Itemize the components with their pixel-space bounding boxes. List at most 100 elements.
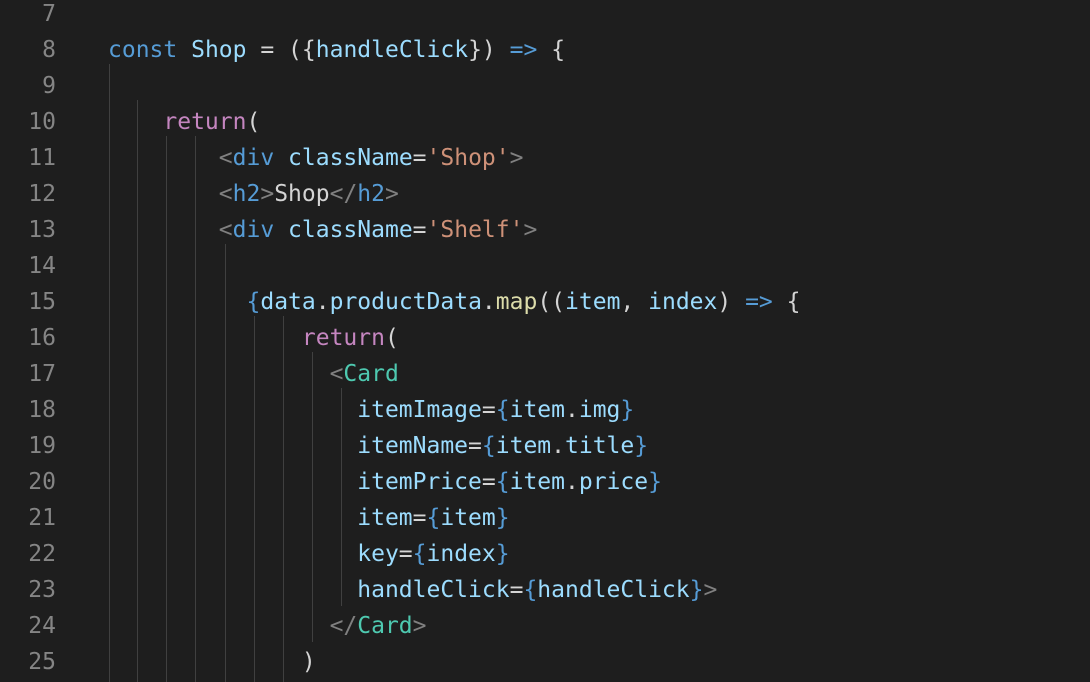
code-text: {data.productData.map((item, index) => {	[108, 284, 800, 320]
code-token: 'Shelf'	[426, 217, 524, 243]
code-line[interactable]: 24 </Card>	[0, 612, 1090, 648]
code-token: h2	[232, 181, 261, 207]
code-token: className	[288, 145, 413, 171]
line-number: 15	[28, 289, 56, 315]
code-token: item	[440, 505, 496, 531]
code-token: >	[260, 181, 275, 207]
line-number: 18	[28, 397, 56, 423]
code-token: div	[232, 145, 275, 171]
code-token: =>	[745, 289, 773, 315]
code-token: className	[288, 217, 413, 243]
code-line[interactable]: 14	[0, 252, 1090, 288]
code-token: 'Shop'	[426, 145, 510, 171]
code-token: {	[412, 541, 427, 567]
code-line[interactable]: 21 item={item}	[0, 504, 1090, 540]
line-number: 17	[28, 361, 56, 387]
code-token: Card	[357, 613, 413, 639]
code-token: {	[772, 289, 801, 315]
code-token: =	[412, 217, 427, 243]
line-number: 7	[42, 1, 56, 27]
line-number: 20	[28, 469, 56, 495]
code-token: {	[495, 469, 510, 495]
code-text: return(	[108, 104, 260, 140]
code-token: =	[481, 397, 496, 423]
line-number: 12	[28, 181, 56, 207]
code-token: {	[426, 505, 441, 531]
code-line[interactable]: 16 return(	[0, 324, 1090, 360]
code-line[interactable]: 8 const Shop = ({handleClick}) => {	[0, 36, 1090, 72]
code-token: index	[426, 541, 496, 567]
code-token: Shop	[191, 37, 247, 63]
line-number: 21	[28, 505, 56, 531]
code-line[interactable]: 11 <div className='Shop'>	[0, 144, 1090, 180]
code-token: {	[246, 289, 261, 315]
code-token: .	[481, 289, 496, 315]
code-token: =	[412, 145, 427, 171]
code-token: ({	[288, 37, 316, 63]
code-line[interactable]: 12 <h2>Shop</h2>	[0, 180, 1090, 216]
code-token: item	[509, 469, 565, 495]
code-text: key={index}	[108, 536, 509, 572]
code-token: =	[481, 469, 496, 495]
code-line[interactable]: 17 <Card	[0, 360, 1090, 396]
code-line[interactable]: 23 handleClick={handleClick}>	[0, 576, 1090, 612]
code-line[interactable]: 19 itemName={item.title}	[0, 432, 1090, 468]
line-number: 11	[28, 145, 56, 171]
code-token: index	[648, 289, 718, 315]
code-text: const Shop = ({handleClick}) => {	[108, 32, 565, 68]
code-token: }	[634, 433, 649, 459]
code-token: {	[523, 577, 538, 603]
code-text: itemName={item.title}	[108, 428, 648, 464]
code-token: <	[218, 181, 233, 207]
code-token: <	[218, 145, 233, 171]
code-token: }	[648, 469, 662, 495]
line-number: 24	[28, 613, 56, 639]
code-token: }	[620, 397, 635, 423]
code-token: title	[565, 433, 635, 459]
code-token: })	[468, 37, 496, 63]
code-text: itemPrice={item.price}	[108, 464, 662, 500]
code-line[interactable]: 25 )	[0, 648, 1090, 682]
code-token: Shop	[274, 181, 330, 207]
code-token: =	[468, 433, 482, 459]
code-token: </	[329, 613, 358, 639]
code-editor[interactable]: 7 8 const Shop = ({handleClick}) => {9 10 r…	[0, 0, 1090, 682]
code-line[interactable]: 9	[0, 72, 1090, 108]
code-token: =>	[509, 37, 538, 63]
code-line[interactable]: 15 {data.productData.map((item, index) =…	[0, 288, 1090, 324]
code-token: =	[509, 577, 524, 603]
code-line[interactable]: 10 return(	[0, 108, 1090, 144]
code-line[interactable]: 7	[0, 0, 1090, 36]
code-token: =	[398, 541, 413, 567]
line-number: 10	[28, 109, 56, 135]
line-number: 13	[28, 217, 56, 243]
code-token: {	[537, 37, 566, 63]
code-token: =	[412, 505, 427, 531]
code-text: item={item}	[108, 500, 509, 536]
code-token: </	[329, 181, 358, 207]
line-number: 23	[28, 577, 56, 603]
code-line[interactable]: 13 <div className='Shelf'>	[0, 216, 1090, 252]
code-text: return(	[108, 320, 399, 356]
code-token: img	[578, 397, 621, 423]
code-text: <div className='Shop'>	[108, 140, 524, 176]
code-token: div	[232, 217, 275, 243]
code-line[interactable]: 18 itemImage={item.img}	[0, 396, 1090, 432]
code-token: >	[703, 577, 718, 603]
code-line[interactable]: 20 itemPrice={item.price}	[0, 468, 1090, 504]
code-line[interactable]: 22 key={index}	[0, 540, 1090, 576]
line-number: 25	[28, 649, 56, 675]
line-number: 8	[42, 37, 56, 63]
code-token: {	[495, 397, 510, 423]
code-token: return	[301, 325, 385, 351]
code-token: <	[218, 217, 233, 243]
code-token: .	[315, 289, 330, 315]
